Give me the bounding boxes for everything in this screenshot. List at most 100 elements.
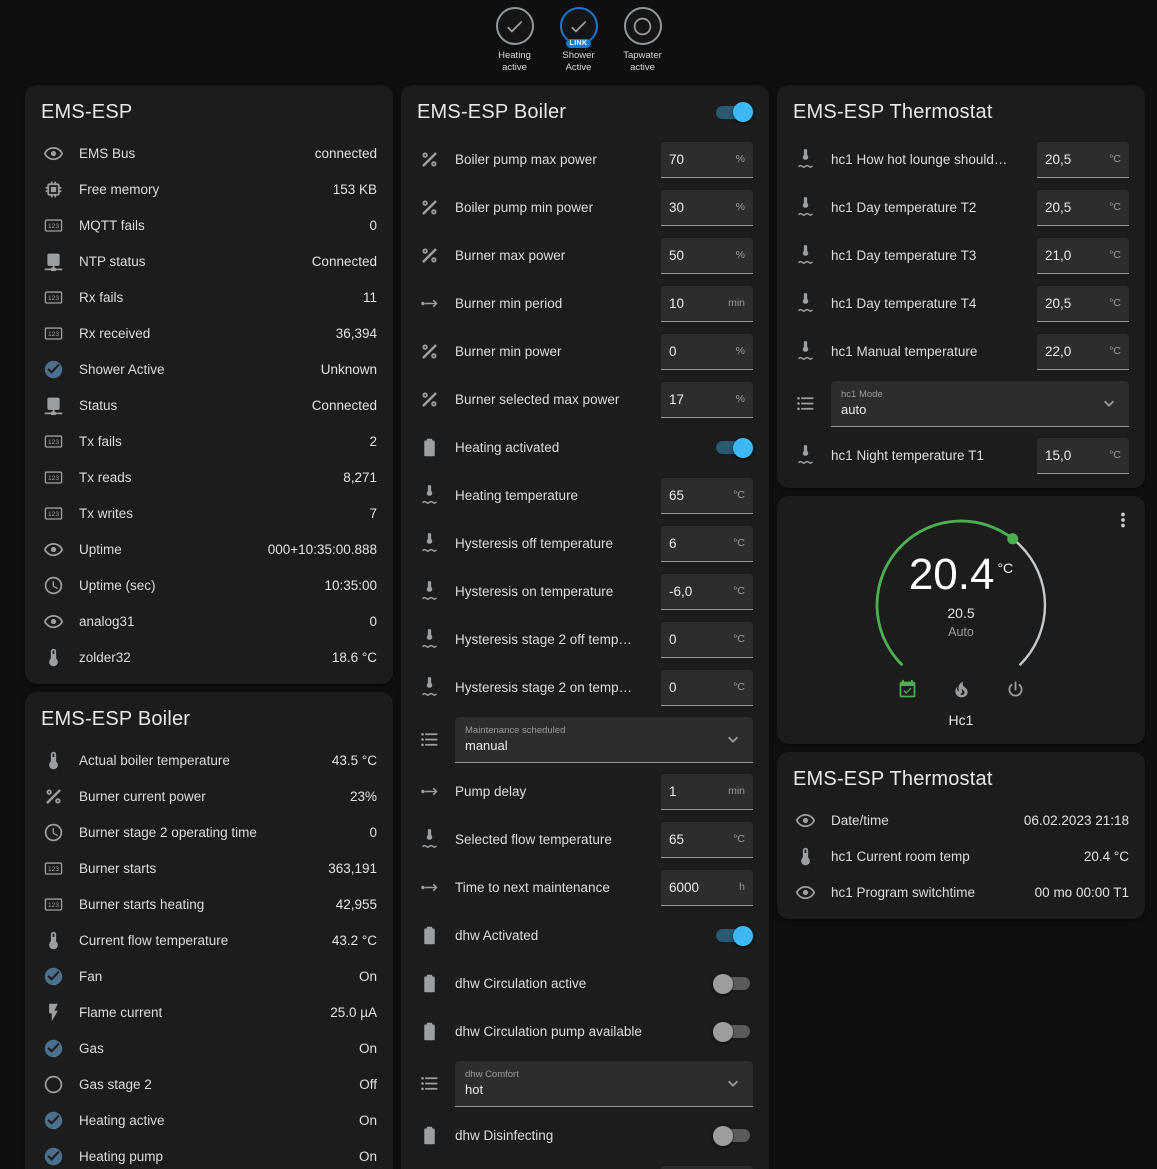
entity-row[interactable]: hc1 Program switchtime00 mo 00:00 T1 xyxy=(777,875,1145,911)
entity-row[interactable]: hc1 Modeauto xyxy=(777,376,1145,432)
entity-row[interactable]: analog310 xyxy=(25,604,393,640)
entity-row[interactable]: Flame current25.0 µA xyxy=(25,995,393,1031)
entity-row[interactable]: NTP statusConnected xyxy=(25,244,393,280)
entity-row[interactable]: hc1 Day temperature T220,5°C xyxy=(777,184,1145,232)
number-input[interactable]: 0°C xyxy=(661,670,753,706)
thermometer-water-icon xyxy=(793,444,817,468)
entity-row[interactable]: 123Rx fails11 xyxy=(25,280,393,316)
entity-row[interactable]: Uptime000+10:35:00.888 xyxy=(25,532,393,568)
entity-row[interactable]: Time to next maintenance6000h xyxy=(401,864,769,912)
toggle-switch[interactable] xyxy=(713,1126,753,1146)
number-input[interactable]: 30% xyxy=(661,190,753,226)
entity-row[interactable]: 123Tx writes7 xyxy=(25,496,393,532)
entity-row[interactable]: dhw Circulation active xyxy=(401,960,769,1008)
number-input[interactable]: 50% xyxy=(661,238,753,274)
entity-value: On xyxy=(359,1149,377,1164)
entity-row[interactable]: Heating activeOn xyxy=(25,1103,393,1139)
number-input[interactable]: 21,0°C xyxy=(1037,238,1129,274)
entity-row[interactable]: EMS Busconnected xyxy=(25,136,393,172)
badge[interactable]: Tapwateractive xyxy=(615,7,671,75)
entity-row[interactable]: 123Tx fails2 xyxy=(25,424,393,460)
entity-row[interactable]: Burner selected max power17% xyxy=(401,376,769,424)
entity-row[interactable]: Pump delay1min xyxy=(401,768,769,816)
select-input[interactable]: dhw Comforthot xyxy=(455,1061,753,1107)
entity-row[interactable]: Date/time06.02.2023 21:18 xyxy=(777,803,1145,839)
entity-row[interactable]: Hysteresis stage 2 on temp…0°C xyxy=(401,664,769,712)
entity-row[interactable]: hc1 How hot lounge should…20,5°C xyxy=(777,136,1145,184)
entity-row[interactable]: Heating temperature65°C xyxy=(401,472,769,520)
entity-row[interactable]: hc1 Current room temp20.4 °C xyxy=(777,839,1145,875)
entity-row[interactable]: Free memory153 KB xyxy=(25,172,393,208)
entity-row[interactable]: Burner current power23% xyxy=(25,779,393,815)
entity-row[interactable]: 123MQTT fails0 xyxy=(25,208,393,244)
entity-row[interactable]: Actual boiler temperature43.5 °C xyxy=(25,743,393,779)
ray-icon xyxy=(417,876,441,900)
entity-row[interactable]: Boiler pump min power30% xyxy=(401,184,769,232)
entity-row[interactable]: Burner min period10min xyxy=(401,280,769,328)
entity-row[interactable]: hc1 Manual temperature22,0°C xyxy=(777,328,1145,376)
entity-row[interactable]: Shower ActiveUnknown xyxy=(25,352,393,388)
number-input[interactable]: 70% xyxy=(661,142,753,178)
number-input[interactable]: -6,0°C xyxy=(661,574,753,610)
entity-row[interactable]: zolder3218.6 °C xyxy=(25,640,393,676)
entity-row[interactable]: GasOn xyxy=(25,1031,393,1067)
entity-value: 0 xyxy=(369,825,377,840)
number-input[interactable]: 6°C xyxy=(661,526,753,562)
entity-row[interactable]: dhw Circulation pump available xyxy=(401,1008,769,1056)
thermostat-dial[interactable]: 20.4°C20.5Auto xyxy=(866,510,1056,682)
toggle-switch[interactable] xyxy=(713,974,753,994)
dots-vertical-menu-icon[interactable] xyxy=(1111,508,1135,532)
entity-row[interactable]: Burner max power50% xyxy=(401,232,769,280)
card-toggle-switch[interactable] xyxy=(713,102,753,122)
entity-row[interactable]: Heating activated xyxy=(401,424,769,472)
entity-row[interactable]: Burner stage 2 operating time0 xyxy=(25,815,393,851)
entity-row[interactable]: hc1 Night temperature T115,0°C xyxy=(777,432,1145,480)
entity-row[interactable]: 123Burner starts heating42,955 xyxy=(25,887,393,923)
entity-row[interactable]: hc1 Day temperature T420,5°C xyxy=(777,280,1145,328)
entity-row[interactable]: Current flow temperature43.2 °C xyxy=(25,923,393,959)
toggle-switch[interactable] xyxy=(713,438,753,458)
entity-row[interactable]: Heating pumpOn xyxy=(25,1139,393,1169)
entity-row[interactable]: dhw Comforthot xyxy=(401,1056,769,1112)
badge[interactable]: LINKShowerActive xyxy=(551,7,607,75)
entity-row[interactable]: 123Tx reads8,271 xyxy=(25,460,393,496)
entity-row[interactable]: Gas stage 2Off xyxy=(25,1067,393,1103)
toggle-switch[interactable] xyxy=(713,926,753,946)
number-input[interactable]: 17% xyxy=(661,382,753,418)
number-input[interactable]: 20,5°C xyxy=(1037,190,1129,226)
number-input[interactable]: 6000h xyxy=(661,870,753,906)
number-input[interactable]: 20,5°C xyxy=(1037,286,1129,322)
number-input[interactable]: 65°C xyxy=(661,822,753,858)
entity-row[interactable]: dhw Disinfecting xyxy=(401,1112,769,1160)
entity-row[interactable]: dhw Disinfection temperature70°C xyxy=(401,1160,769,1169)
entity-row[interactable]: FanOn xyxy=(25,959,393,995)
entity-row[interactable]: Hysteresis off temperature6°C xyxy=(401,520,769,568)
number-input[interactable]: 15,0°C xyxy=(1037,438,1129,474)
entity-row[interactable]: Boiler pump max power70% xyxy=(401,136,769,184)
number-input[interactable]: 65°C xyxy=(661,478,753,514)
entity-row[interactable]: Uptime (sec)10:35:00 xyxy=(25,568,393,604)
entity-row[interactable]: StatusConnected xyxy=(25,388,393,424)
entity-row[interactable]: Hysteresis stage 2 off temp…0°C xyxy=(401,616,769,664)
entity-row[interactable]: hc1 Day temperature T321,0°C xyxy=(777,232,1145,280)
number-input[interactable]: 0% xyxy=(661,334,753,370)
entity-row[interactable]: Burner min power0% xyxy=(401,328,769,376)
select-input[interactable]: hc1 Modeauto xyxy=(831,381,1129,427)
entity-label: Rx received xyxy=(79,326,336,341)
entity-row[interactable]: 123Rx received36,394 xyxy=(25,316,393,352)
toggle-switch[interactable] xyxy=(713,1022,753,1042)
entity-row[interactable]: dhw Activated xyxy=(401,912,769,960)
entity-label: Hysteresis stage 2 on temp… xyxy=(455,680,661,695)
number-input[interactable]: 22,0°C xyxy=(1037,334,1129,370)
number-input[interactable]: 10min xyxy=(661,286,753,322)
entity-row[interactable]: Hysteresis on temperature-6,0°C xyxy=(401,568,769,616)
number-input[interactable]: 20,5°C xyxy=(1037,142,1129,178)
entity-row[interactable]: Selected flow temperature65°C xyxy=(401,816,769,864)
card-title: EMS-ESP xyxy=(41,101,132,124)
entity-row[interactable]: Maintenance scheduledmanual xyxy=(401,712,769,768)
entity-row[interactable]: 123Burner starts363,191 xyxy=(25,851,393,887)
number-input[interactable]: 1min xyxy=(661,774,753,810)
badge[interactable]: Heatingactive xyxy=(487,7,543,75)
number-input[interactable]: 0°C xyxy=(661,622,753,658)
select-input[interactable]: Maintenance scheduledmanual xyxy=(455,717,753,763)
